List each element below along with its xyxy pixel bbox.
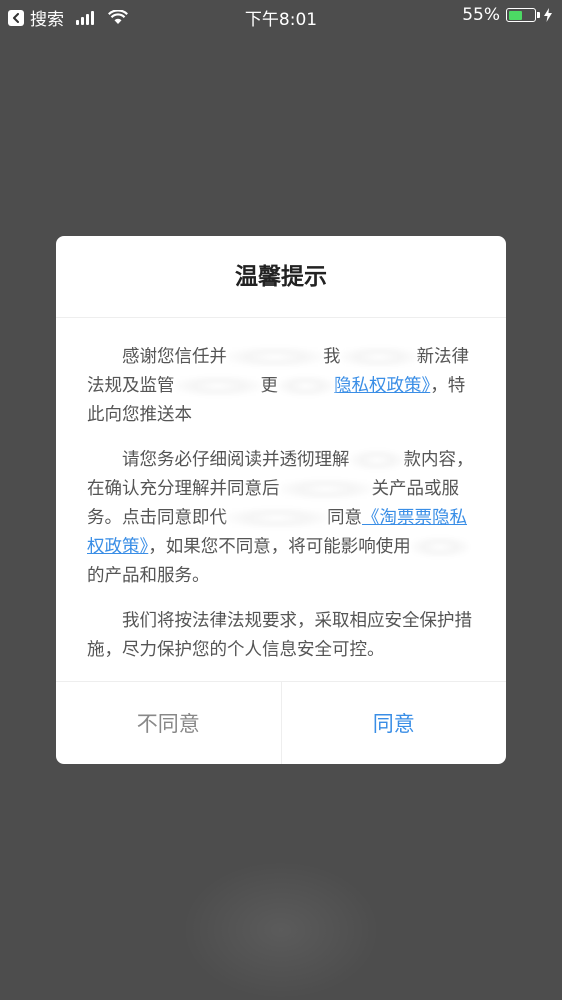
paragraph-1-text-e: 更 [260,376,279,396]
redacted-blur [227,508,327,528]
paragraph-2-text-f: ，如果您不同 [148,537,254,557]
battery-percent: 55% [462,5,500,25]
privacy-policy-link[interactable]: 隐私权政策》 [334,376,430,396]
redacted-blur [174,376,261,396]
redacted-blur [349,450,404,470]
paragraph-2-text-g: 意，将可能影响使用 [253,537,411,557]
paragraph-3: 我们将按法律法规要求，采取相应安全保护措施，尽力保护您的个人信息安全可控。 [87,611,472,660]
dialog-title: 温馨提示 [56,236,506,318]
dialog-body: 感谢您信任并我新法律法规及监管更隐私权政策》，特此向您推送本 请您务必仔细阅读并… [87,343,475,681]
paragraph-1-text-a: 感谢您信任并 [122,347,227,367]
redacted-blur [278,376,334,396]
paragraph-2: 请您务必仔细阅读并透彻理解 款内容，在确认充分理解并同意后 关产品或服务。点击同意即… [87,446,475,591]
redacted-blur [340,347,417,367]
redacted-blur [279,479,372,499]
charging-bolt-icon [544,8,552,22]
privacy-dialog: 温馨提示 感谢您信任并我新法律法规及监管更隐私权政策》，特此向您推送本 请您务必… [56,236,506,764]
redacted-blur [410,537,469,557]
dialog-footer: 不同意 同意 [56,681,506,764]
battery-icon [506,8,540,22]
status-bar-right: 55% [462,5,552,25]
background-glow [181,860,381,1000]
status-bar: 搜索 下午8:01 55% [0,0,562,34]
redacted-blur [227,347,323,367]
paragraph-2-text-b: 款内 [403,450,439,470]
paragraph-2-text-h: 的产品和服务。 [87,566,210,586]
paragraph-1-text-c: 新 [416,347,435,367]
paragraph-2-text-e: 同意 [327,508,362,528]
decline-button[interactable]: 不同意 [56,682,282,764]
paragraph-1-text-b: 我 [323,347,341,367]
paragraph-2-text-a: 请您务必仔细阅读并透彻理解 [122,450,350,470]
paragraph-1: 感谢您信任并我新法律法规及监管更隐私权政策》，特此向您推送本 [87,343,475,430]
agree-button[interactable]: 同意 [282,682,507,764]
